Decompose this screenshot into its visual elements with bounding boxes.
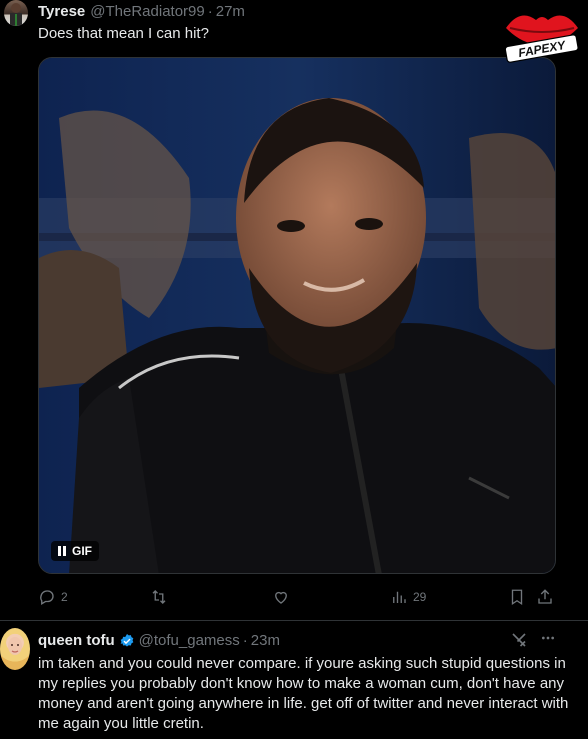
avatar-figure-icon — [10, 3, 22, 26]
share-icon — [538, 589, 552, 604]
grok-icon[interactable] — [510, 631, 528, 654]
share-button[interactable] — [536, 588, 554, 606]
avatar[interactable] — [0, 628, 30, 670]
heart-icon — [275, 591, 287, 604]
retweet-button[interactable] — [150, 588, 168, 606]
reply-count: 2 — [61, 590, 68, 604]
avatar[interactable] — [4, 0, 28, 26]
avatar-face-icon — [8, 637, 22, 655]
gif-label: GIF — [72, 544, 92, 558]
reply-icon — [40, 590, 54, 605]
handle[interactable]: @tofu_gamess — [139, 632, 240, 649]
views-icon — [393, 591, 406, 603]
views-count: 29 — [413, 590, 427, 604]
tweet-text: Does that mean I can hit? — [38, 25, 209, 42]
tweet-divider — [0, 620, 588, 621]
timestamp[interactable]: 27m — [216, 3, 245, 20]
bookmark-button[interactable] — [508, 588, 526, 606]
tweet-text: im taken and you could never compare. if… — [38, 655, 569, 732]
display-name[interactable]: Tyrese — [38, 3, 85, 20]
reply-button[interactable]: 2 — [38, 588, 68, 606]
gif-media[interactable]: GIF — [38, 57, 556, 574]
bookmark-icon — [511, 589, 523, 606]
verified-badge-icon[interactable] — [119, 633, 135, 649]
timestamp[interactable]: 23m — [251, 632, 280, 649]
handle[interactable]: @TheRadiator99 — [90, 3, 204, 20]
more-options-icon[interactable] — [540, 630, 556, 651]
separator: · — [242, 632, 248, 649]
like-button[interactable] — [272, 588, 290, 606]
views-button[interactable]: 29 — [390, 588, 426, 606]
separator: · — [207, 3, 213, 20]
gif-badge[interactable]: GIF — [51, 541, 99, 561]
retweet-icon — [152, 590, 166, 604]
tweet-actions: 2 29 — [38, 588, 558, 610]
display-name[interactable]: queen tofu — [38, 632, 115, 649]
pause-icon[interactable] — [58, 546, 66, 556]
gif-frame-image — [39, 58, 555, 573]
watermark-logo: FAPEXY — [500, 2, 584, 64]
